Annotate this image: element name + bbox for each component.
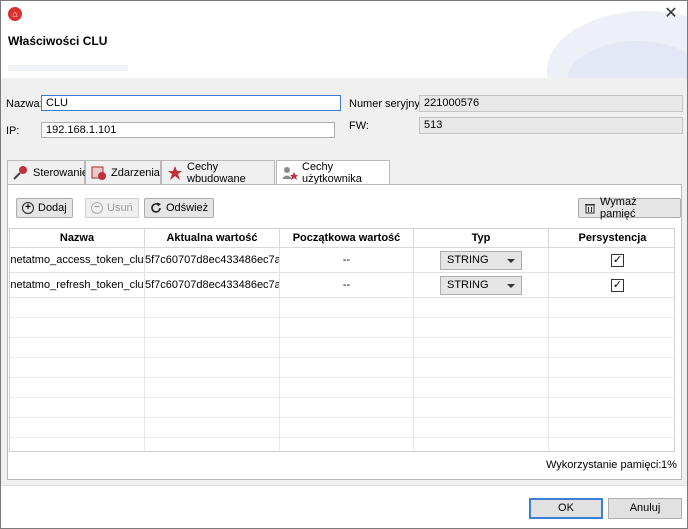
- empty-row: [10, 358, 674, 378]
- type-select-value: STRING: [447, 254, 489, 266]
- column-header-type[interactable]: Typ: [414, 229, 549, 248]
- refresh-icon: [150, 202, 162, 214]
- cell-name: netatmo_refresh_token_clu: [10, 273, 145, 298]
- refresh-button[interactable]: Odśwież: [144, 198, 215, 218]
- empty-row: [10, 378, 674, 398]
- cell-initial-value: --: [280, 273, 414, 298]
- clear-memory-label: Wymaż pamięć: [600, 196, 637, 220]
- memory-usage-value: 1%: [661, 459, 677, 471]
- type-select[interactable]: STRING: [440, 251, 522, 270]
- properties-dialog: ⌂ ✕ Właściwości CLU Nazwa: CLU IP: 192.1…: [0, 0, 688, 529]
- serial-value: 221000576: [419, 95, 683, 112]
- events-icon: [90, 165, 108, 181]
- empty-row: [10, 398, 674, 418]
- fw-value: 513: [419, 117, 683, 134]
- cell-type: STRING: [414, 273, 549, 298]
- ip-input[interactable]: 192.168.1.101: [41, 122, 335, 138]
- name-input[interactable]: CLU: [41, 95, 341, 111]
- ok-button[interactable]: OK: [529, 498, 603, 519]
- user-features-icon: [281, 165, 299, 181]
- cell-persistence: ✓: [549, 248, 674, 273]
- tab-cechy-uzytkownika[interactable]: Cechy użytkownika: [276, 160, 390, 185]
- empty-row: [10, 298, 674, 318]
- cancel-button[interactable]: Anuluj: [608, 498, 682, 519]
- cell-current-value: 5f7c60707d8ec433486ec7a...: [145, 248, 280, 273]
- refresh-button-label: Odśwież: [166, 202, 209, 214]
- type-select[interactable]: STRING: [440, 276, 522, 295]
- add-button[interactable]: + Dodaj: [16, 198, 73, 218]
- header-subtitle-placeholder: [8, 65, 128, 71]
- persistence-checkbox[interactable]: ✓: [611, 279, 624, 292]
- empty-row: [10, 338, 674, 358]
- memory-usage-label: Wykorzystanie pamięci:: [546, 459, 662, 471]
- add-button-label: Dodaj: [38, 202, 67, 214]
- type-select-value: STRING: [447, 279, 489, 291]
- dialog-footer: OK Anuluj: [1, 485, 687, 528]
- empty-row: [10, 318, 674, 338]
- close-button[interactable]: ✕: [661, 4, 681, 24]
- user-features-panel: + Dodaj − Usuń Odśwież Wymaż pamięć Nazw…: [7, 184, 682, 480]
- trash-icon: [584, 202, 596, 214]
- column-header-name[interactable]: Nazwa: [10, 229, 145, 248]
- control-icon: [12, 165, 30, 181]
- chevron-down-icon: [507, 259, 515, 263]
- remove-button[interactable]: − Usuń: [85, 198, 139, 218]
- clear-memory-button[interactable]: Wymaż pamięć: [578, 196, 681, 220]
- table-row[interactable]: netatmo_refresh_token_clu 5f7c60707d8ec4…: [10, 273, 674, 298]
- table-row[interactable]: netatmo_access_token_clu 5f7c60707d8ec43…: [10, 248, 674, 273]
- remove-button-label: Usuń: [107, 202, 133, 214]
- plus-icon: +: [22, 202, 34, 214]
- cell-type: STRING: [414, 248, 549, 273]
- builtin-features-icon: [166, 165, 184, 181]
- cell-initial-value: --: [280, 248, 414, 273]
- app-icon: ⌂: [8, 7, 22, 21]
- ip-label: IP:: [6, 125, 20, 137]
- cell-current-value: 5f7c60707d8ec433486ec7a...: [145, 273, 280, 298]
- tab-label: Sterowanie: [33, 166, 89, 179]
- tab-sterowanie[interactable]: Sterowanie: [7, 160, 89, 184]
- tab-zdarzenia[interactable]: Zdarzenia: [85, 160, 161, 184]
- dialog-title: Właściwości CLU: [8, 34, 108, 48]
- chevron-down-icon: [507, 284, 515, 288]
- user-features-table: Nazwa Aktualna wartość Początkowa wartoś…: [9, 228, 675, 452]
- minus-icon: −: [91, 202, 103, 214]
- tab-label: Zdarzenia: [111, 166, 160, 179]
- column-header-initial-value[interactable]: Początkowa wartość: [280, 229, 414, 248]
- persistence-checkbox[interactable]: ✓: [611, 254, 624, 267]
- cell-persistence: ✓: [549, 273, 674, 298]
- dialog-header: ⌂ ✕ Właściwości CLU: [1, 1, 687, 78]
- serial-label: Numer seryjny:: [349, 98, 423, 110]
- fw-label: FW:: [349, 120, 369, 132]
- column-header-current-value[interactable]: Aktualna wartość: [145, 229, 280, 248]
- tab-cechy-wbudowane[interactable]: Cechy wbudowane: [161, 160, 275, 185]
- tab-label: Cechy użytkownika: [302, 161, 362, 185]
- cell-name: netatmo_access_token_clu: [10, 248, 145, 273]
- empty-row: [10, 418, 674, 438]
- column-header-persistence[interactable]: Persystencja: [549, 229, 674, 248]
- tab-label: Cechy wbudowane: [187, 160, 246, 185]
- name-label: Nazwa:: [6, 98, 43, 110]
